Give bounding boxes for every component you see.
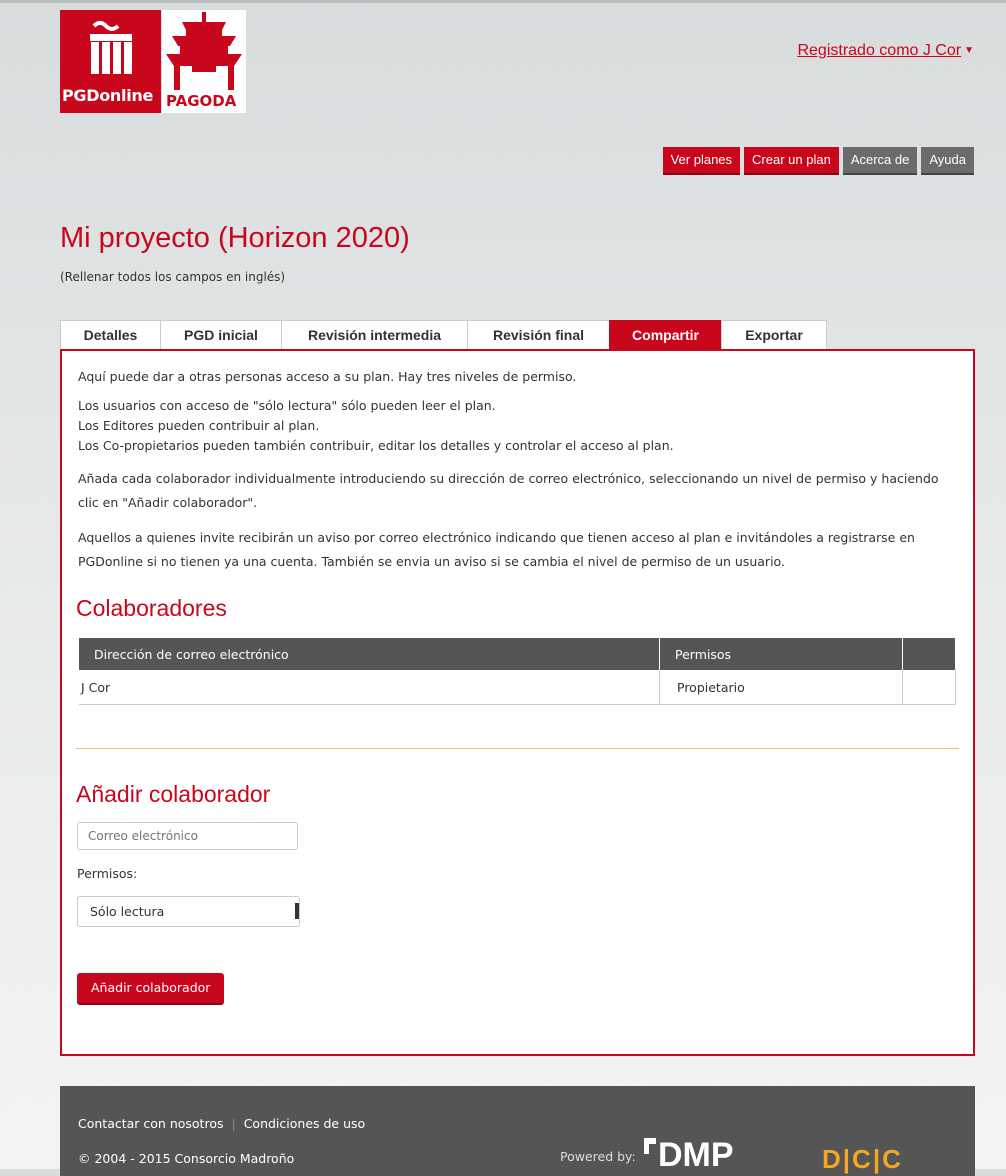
permission-select-value: Sólo lectura [90, 904, 165, 919]
tab-midterm-review[interactable]: Revisión intermedia [281, 320, 468, 350]
email-field[interactable] [77, 822, 298, 850]
page-subtitle: (Rellenar todos los campos en inglés) [60, 270, 286, 284]
table-header-row: Dirección de correo electrónico Permisos [79, 638, 956, 670]
help-button[interactable]: Ayuda [921, 147, 974, 175]
dmp-logo[interactable]: DMP [644, 1136, 734, 1175]
add-collaborator-heading: Añadir colaborador [76, 781, 271, 807]
footer-links: Contactar con nosotros | Condiciones de us… [78, 1116, 365, 1131]
dcc-logo-text: D|C|C [822, 1144, 903, 1174]
intro-paragraph: Aquí puede dar a otras personas acceso a… [78, 369, 577, 384]
user-menu-label: Registrado como J Cor [797, 42, 962, 59]
terms-link[interactable]: Condiciones de uso [244, 1116, 365, 1131]
share-panel: Aquí puede dar a otras personas acceso a… [60, 349, 975, 1056]
top-navigation: Ver planes Crear un plan Acerca de Ayuda [662, 147, 974, 175]
copyright-text: © 2004 - 2015 Consorcio Madroño [78, 1151, 295, 1166]
add-collaborator-button[interactable]: Añadir colaborador [77, 973, 225, 1005]
page-title: Mi proyecto (Horizon 2020) [60, 222, 410, 254]
permission-readonly-text: Los usuarios con acceso de "sólo lectura… [78, 398, 496, 413]
user-menu[interactable]: Registrado como J Cor ▼ [797, 42, 974, 60]
contact-link[interactable]: Contactar con nosotros [78, 1116, 223, 1131]
section-divider [76, 748, 959, 749]
pagoda-logo-text: PAGODA [166, 92, 237, 110]
permission-select[interactable]: Sólo lectura [77, 896, 300, 927]
view-plans-button[interactable]: Ver planes [662, 147, 741, 175]
top-border [0, 0, 1006, 3]
madrono-mark-icon [90, 21, 132, 74]
caret-down-icon: ▼ [964, 45, 974, 56]
powered-by-label: Powered by: [560, 1149, 636, 1164]
tab-initial-dmp[interactable]: PGD inicial [160, 320, 282, 350]
table-row: J Cor Propietario [79, 670, 956, 705]
column-header-email: Dirección de correo electrónico [79, 638, 660, 670]
about-button[interactable]: Acerca de [842, 147, 918, 175]
collaborator-permission: Propietario [659, 670, 903, 705]
column-header-actions [902, 638, 956, 670]
pagoda-logo[interactable]: PAGODA [162, 10, 246, 113]
footer-separator: | [231, 1116, 236, 1131]
tab-final-review[interactable]: Revisión final [467, 320, 610, 350]
permission-coowner-text: Los Co-propietarios pueden también contr… [78, 438, 674, 453]
column-header-permissions: Permisos [659, 638, 903, 670]
create-plan-button[interactable]: Crear un plan [744, 147, 839, 175]
footer: Contactar con nosotros | Condiciones de us… [60, 1086, 975, 1176]
collaborators-table: Dirección de correo electrónico Permisos… [79, 638, 956, 705]
pgdonline-logo-text: PGDonline [62, 86, 154, 105]
tab-share[interactable]: Compartir [609, 320, 722, 350]
pgdonline-logo[interactable]: PGDonline [60, 10, 161, 113]
permission-editor-text: Los Editores pueden contribuir al plan. [78, 418, 320, 433]
dmp-logo-text: DMP [658, 1136, 734, 1174]
add-instructions-paragraph: Añada cada colaborador individualmente i… [78, 471, 939, 510]
collaborator-email: J Cor [79, 670, 660, 705]
permissions-label: Permisos: [77, 866, 138, 881]
pagoda-icon [166, 12, 242, 90]
select-arrow-icon [295, 903, 299, 919]
tab-export[interactable]: Exportar [721, 320, 827, 350]
dcc-logo[interactable]: D|C|C [822, 1144, 903, 1175]
collaborator-actions [902, 670, 956, 705]
dmp-mark-icon [644, 1138, 656, 1154]
collaborators-heading: Colaboradores [76, 595, 227, 621]
tab-details[interactable]: Detalles [60, 320, 161, 350]
notification-paragraph: Aquellos a quienes invite recibirán un a… [78, 530, 915, 569]
plan-tabs: Detalles PGD inicial Revisión intermedia… [60, 320, 827, 350]
